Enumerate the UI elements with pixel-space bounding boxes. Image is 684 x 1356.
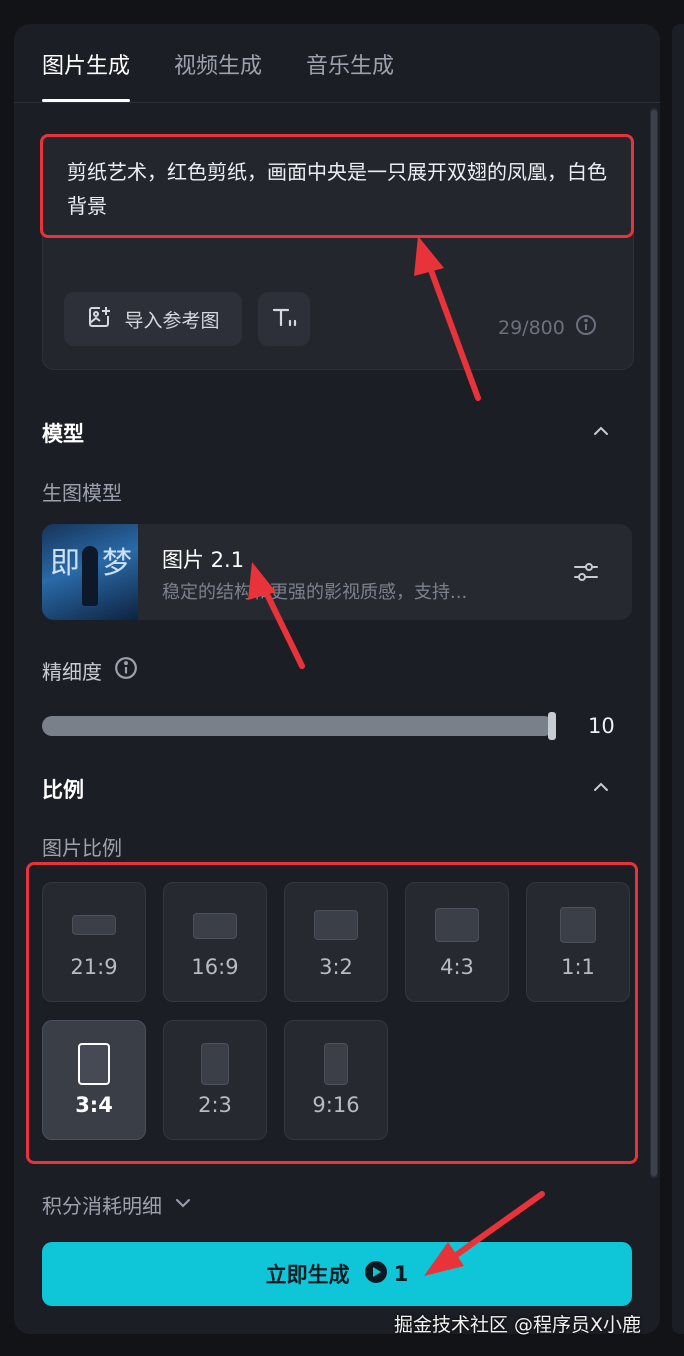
tab-divider [14, 102, 660, 103]
credit-icon [364, 1260, 388, 1289]
points-detail-label: 积分消耗明细 [42, 1194, 162, 1218]
precision-slider-track[interactable] [42, 716, 554, 736]
import-reference-button[interactable]: 导入参考图 [64, 292, 242, 346]
annotation-highlight-ratios [26, 862, 638, 1164]
import-reference-label: 导入参考图 [124, 309, 220, 332]
info-icon[interactable] [575, 314, 597, 341]
adjacent-panel-edge [672, 24, 684, 1334]
generate-cost: 1 [364, 1260, 409, 1289]
generate-cost-value: 1 [393, 1262, 409, 1286]
image-model-label: 生图模型 [42, 481, 122, 505]
thumbnail-text-1: 即 [50, 546, 80, 581]
precision-label: 精细度 [42, 660, 102, 684]
model-selector-card[interactable]: 即 梦 图片 2.1 稳定的结构和更强的影视质感，支持... [42, 524, 632, 620]
scrollbar-thumb[interactable] [651, 110, 657, 1176]
image-add-icon [86, 304, 112, 335]
tab-music-generation[interactable]: 音乐生成 [306, 48, 394, 102]
points-detail-toggle[interactable]: 积分消耗明细 [42, 1190, 192, 1219]
model-description: 稳定的结构和更强的影视质感，支持... [162, 582, 468, 603]
tab-image-generation[interactable]: 图片生成 [42, 48, 131, 102]
model-thumbnail: 即 梦 [42, 524, 138, 620]
chevron-down-icon [174, 1193, 192, 1217]
ratio-section-title: 比例 [42, 778, 84, 802]
precision-value: 10 [588, 714, 615, 738]
chevron-up-icon[interactable] [592, 778, 610, 796]
tab-video-generation[interactable]: 视频生成 [174, 48, 262, 102]
generate-button[interactable]: 立即生成 1 [42, 1242, 632, 1306]
precision-info-icon[interactable] [114, 656, 138, 685]
chevron-up-icon[interactable] [592, 422, 610, 440]
settings-sliders-icon[interactable] [572, 558, 600, 590]
model-name: 图片 2.1 [162, 548, 245, 572]
thumbnail-text-2: 梦 [102, 546, 132, 581]
char-counter: 29/800 [498, 314, 597, 341]
model-section-title: 模型 [42, 422, 84, 446]
text-style-button[interactable] [258, 292, 310, 346]
image-ratio-label: 图片比例 [42, 836, 122, 860]
generation-panel: 图片生成 视频生成 音乐生成 剪纸艺术，红色剪纸，画面中央是一只展开双翅的凤凰，… [14, 24, 660, 1334]
precision-slider-handle[interactable] [548, 712, 556, 740]
char-counter-text: 29/800 [498, 316, 565, 339]
precision-row: 精细度 [42, 656, 138, 685]
text-quote-icon [270, 304, 298, 335]
thumbnail-figure [82, 546, 98, 606]
generate-label: 立即生成 [265, 1263, 350, 1287]
watermark: 掘金技术社区 @程序员X小鹿 [394, 1314, 642, 1336]
tab-bar: 图片生成 视频生成 音乐生成 [42, 48, 394, 102]
annotation-highlight-prompt [40, 134, 634, 238]
